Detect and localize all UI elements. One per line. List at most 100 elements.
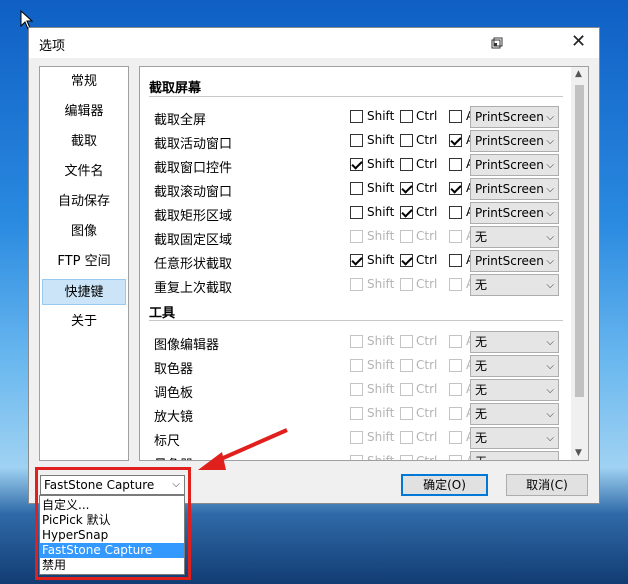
sidebar-item[interactable]: 快捷键 — [42, 279, 126, 305]
hotkey-row: 截取固定区域ShiftCtrlAlt无⌵ — [140, 226, 575, 248]
ctrl-label: Ctrl — [416, 430, 438, 444]
ctrl-label: Ctrl — [416, 406, 438, 420]
shift-checkbox — [350, 383, 363, 396]
hotkey-select[interactable]: 无⌵ — [470, 274, 559, 296]
chevron-down-icon: ⌵ — [546, 280, 554, 291]
alt-checkbox[interactable] — [449, 182, 462, 195]
preset-option[interactable]: 自定义... — [40, 498, 184, 513]
alt-checkbox[interactable] — [449, 134, 462, 147]
shift-checkbox[interactable] — [350, 158, 363, 171]
hotkey-select-value: 无 — [475, 335, 488, 349]
hotkey-label: 截取活动窗口 — [154, 137, 233, 152]
shift-label: Shift — [367, 205, 395, 219]
ctrl-label: Ctrl — [416, 205, 438, 219]
preset-option[interactable]: 禁用 — [40, 558, 184, 573]
hotkey-select[interactable]: 无⌵ — [470, 331, 559, 353]
shift-checkbox[interactable] — [350, 182, 363, 195]
hotkey-select[interactable]: 无⌵ — [470, 379, 559, 401]
sidebar-item[interactable]: FTP 空间 — [42, 249, 126, 275]
scroll-down-icon[interactable]: ▼ — [575, 448, 582, 458]
sidebar-item[interactable]: 文件名 — [42, 159, 126, 185]
ctrl-checkbox[interactable] — [400, 158, 413, 171]
sidebar-nav: 常规编辑器截取文件名自动保存图像 FTP 空间 快捷键关于 — [39, 66, 129, 461]
shift-label: Shift — [367, 277, 395, 291]
ok-button[interactable]: 确定(O) — [401, 474, 488, 496]
hotkey-row: 标尺ShiftCtrlAlt无⌵ — [140, 427, 575, 449]
chevron-down-icon: ⌵ — [546, 208, 554, 219]
shift-label: Shift — [367, 358, 395, 372]
preset-option[interactable]: HyperSnap — [40, 528, 184, 543]
hotkey-select-value: 无 — [475, 359, 488, 373]
hotkey-row: 放大镜ShiftCtrlAlt无⌵ — [140, 403, 575, 425]
hotkey-label: 截取滚动窗口 — [154, 185, 233, 200]
hotkey-select-value: PrintScreen — [475, 110, 544, 124]
preset-option[interactable]: PicPick 默认 — [40, 513, 184, 528]
ctrl-checkbox[interactable] — [400, 254, 413, 267]
hotkey-select[interactable]: 无⌵ — [470, 451, 559, 460]
sidebar-item[interactable]: 编辑器 — [42, 99, 126, 125]
hotkey-row: 任意形状截取ShiftCtrlAltPrintScreen⌵ — [140, 250, 575, 272]
ctrl-label: Ctrl — [416, 181, 438, 195]
hotkey-select[interactable]: 无⌵ — [470, 226, 559, 248]
chevron-down-icon: ⌵ — [546, 112, 554, 123]
hotkey-select[interactable]: PrintScreen ⌵ — [470, 154, 559, 176]
chevron-down-icon: ⌵ — [546, 409, 554, 420]
shift-checkbox[interactable] — [350, 134, 363, 147]
alt-checkbox[interactable] — [449, 206, 462, 219]
shift-label: Shift — [367, 382, 395, 396]
close-icon[interactable]: ✕ — [571, 33, 586, 51]
cancel-button[interactable]: 取消(C) — [506, 474, 588, 496]
restore-icon[interactable] — [491, 37, 503, 49]
shift-checkbox[interactable] — [350, 254, 363, 267]
hotkey-label: 放大镜 — [154, 410, 194, 425]
preset-select[interactable]: FastStone Capture ⌵ — [40, 475, 185, 495]
ctrl-checkbox — [400, 359, 413, 372]
hotkey-label: 标尺 — [154, 434, 181, 449]
sidebar-item[interactable]: 关于 — [42, 309, 126, 335]
hotkey-label: 量角器 — [154, 454, 193, 460]
alt-checkbox — [449, 335, 462, 348]
chevron-down-icon: ⌵ — [546, 361, 554, 372]
ctrl-checkbox[interactable] — [400, 134, 413, 147]
shift-label: Shift — [367, 454, 395, 461]
ctrl-checkbox[interactable] — [400, 182, 413, 195]
ctrl-label: Ctrl — [416, 334, 438, 348]
ctrl-checkbox[interactable] — [400, 110, 413, 123]
chevron-down-icon: ⌵ — [546, 232, 554, 243]
alt-checkbox[interactable] — [449, 158, 462, 171]
ctrl-checkbox — [400, 335, 413, 348]
alt-checkbox[interactable] — [449, 254, 462, 267]
chevron-down-icon: ⌵ — [546, 385, 554, 396]
hotkey-select[interactable]: PrintScreen ⌵ — [470, 178, 559, 200]
sidebar-item[interactable]: 截取 — [42, 129, 126, 155]
alt-checkbox[interactable] — [449, 110, 462, 123]
shift-label: Shift — [367, 109, 395, 123]
ctrl-label: Ctrl — [416, 277, 438, 291]
hotkey-select-value: PrintScreen — [475, 134, 544, 148]
shift-checkbox — [350, 335, 363, 348]
hotkey-select[interactable]: PrintScreen ⌵ — [470, 106, 559, 128]
shift-label: Shift — [367, 334, 395, 348]
sidebar-item[interactable]: 自动保存 — [42, 189, 126, 215]
hotkey-select[interactable]: 无⌵ — [470, 355, 559, 377]
scroll-up-icon[interactable]: ▲ — [575, 69, 582, 79]
chevron-down-icon: ⌵ — [172, 479, 180, 490]
hotkey-label: 截取全屏 — [154, 113, 207, 128]
alt-checkbox — [449, 230, 462, 243]
hotkey-select[interactable]: PrintScreen ⌵ — [470, 202, 559, 224]
hotkey-select[interactable]: PrintScreen ⌵ — [470, 250, 559, 272]
section-divider — [149, 96, 563, 97]
hotkey-select[interactable]: PrintScreen ⌵ — [470, 130, 559, 152]
preset-option[interactable]: FastStone Capture — [40, 543, 184, 558]
sidebar-item[interactable]: 图像 — [42, 219, 126, 245]
hotkey-select[interactable]: 无⌵ — [470, 427, 559, 449]
ctrl-checkbox[interactable] — [400, 206, 413, 219]
alt-checkbox — [449, 359, 462, 372]
scrollbar-thumb[interactable] — [575, 85, 584, 397]
shift-checkbox[interactable] — [350, 206, 363, 219]
hotkey-select-value: PrintScreen — [475, 206, 544, 220]
hotkey-select[interactable]: 无⌵ — [470, 403, 559, 425]
hotkey-row: 截取全屏ShiftCtrlAltPrintScreen⌵ — [140, 106, 575, 128]
shift-checkbox[interactable] — [350, 110, 363, 123]
sidebar-item[interactable]: 常规 — [42, 69, 126, 95]
